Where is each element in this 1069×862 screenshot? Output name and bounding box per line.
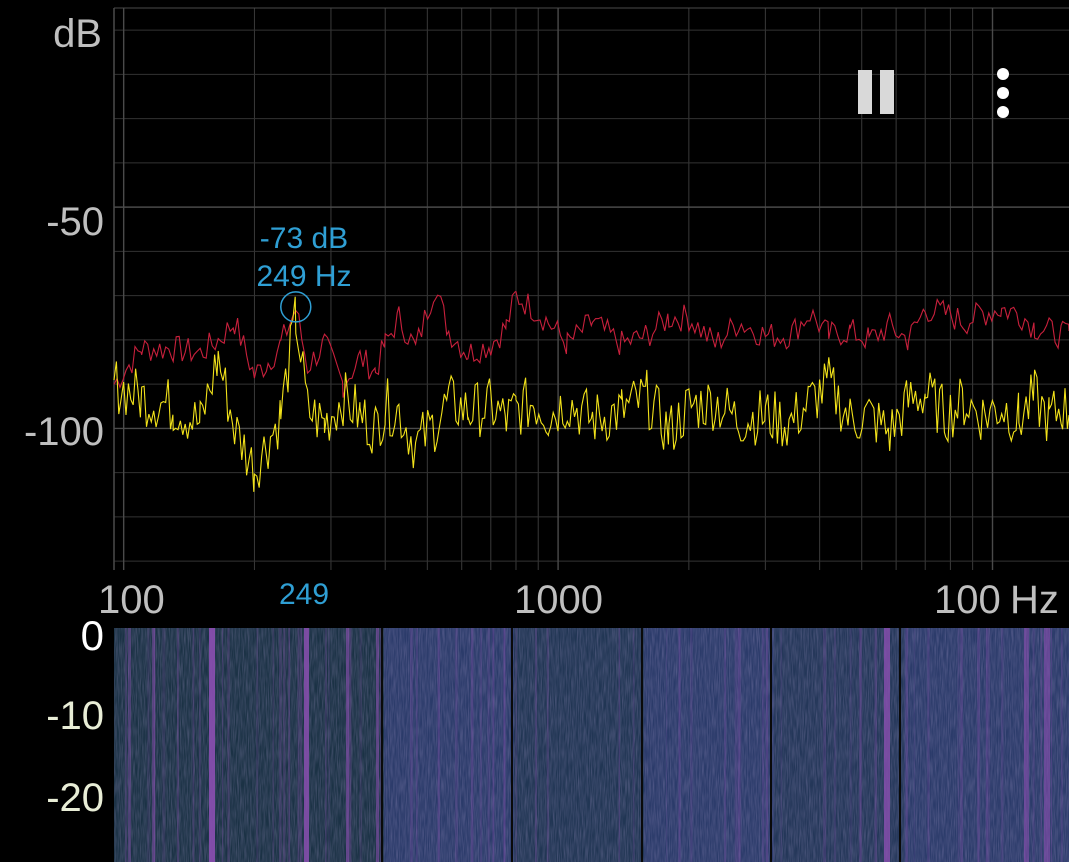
frequency-band xyxy=(222,628,224,862)
frequency-band xyxy=(960,628,963,862)
peak-hz-label: 249 Hz xyxy=(256,260,352,293)
peak-db-label: -73 dB xyxy=(259,222,349,255)
frequency-band xyxy=(849,628,852,862)
frequency-band xyxy=(534,628,537,862)
pause-icon xyxy=(880,70,894,114)
frequency-band xyxy=(128,628,131,862)
frequency-band xyxy=(479,628,482,862)
frequency-band xyxy=(227,628,230,862)
y-tick-label: -50 xyxy=(46,200,104,244)
frequency-band xyxy=(487,628,490,862)
x-tick-label: 100 xyxy=(98,578,165,622)
time-label: -10 xyxy=(46,694,104,738)
frequency-band xyxy=(678,628,681,862)
frequency-band xyxy=(288,628,291,862)
x-axis-unit: Hz xyxy=(1010,578,1059,622)
frequency-band xyxy=(125,628,127,862)
frequency-band xyxy=(177,628,179,862)
frequency-band xyxy=(147,628,150,862)
frequency-band xyxy=(905,628,908,862)
frequency-band xyxy=(1032,628,1035,862)
x-tick-label: 100 xyxy=(934,578,1001,622)
frequency-band xyxy=(823,628,825,862)
spectrum-analyzer-screen: dB -50 -100 100 1000 100 Hz -73 dB 249 H… xyxy=(0,0,1069,862)
frequency-band xyxy=(272,628,274,862)
frequency-band xyxy=(379,628,382,862)
traces xyxy=(113,291,1069,492)
frequency-band xyxy=(734,628,738,862)
frequency-band xyxy=(455,628,458,862)
frequency-band xyxy=(780,628,783,862)
time-label: 0 xyxy=(80,612,104,659)
frequency-band xyxy=(1044,628,1050,862)
frequency-band xyxy=(724,628,727,862)
frequency-band xyxy=(346,628,349,862)
frequency-band xyxy=(437,628,440,862)
frequency-band xyxy=(416,628,418,862)
peak-x-axis-label: 249 xyxy=(278,578,330,611)
frequency-band xyxy=(765,628,769,862)
time-label: -20 xyxy=(46,776,104,820)
y-tick-label: -100 xyxy=(23,410,104,454)
frequency-band xyxy=(632,628,635,862)
frequency-band xyxy=(153,628,155,862)
more-vert-icon xyxy=(997,68,1009,80)
spectrum-plot[interactable] xyxy=(0,0,1069,628)
x-tick-label: 1000 xyxy=(514,578,603,622)
frequency-band xyxy=(546,628,549,862)
more-vert-icon xyxy=(997,106,1009,118)
y-axis-unit: dB xyxy=(53,12,102,56)
spectrogram[interactable] xyxy=(114,628,1069,862)
more-options-button[interactable] xyxy=(990,66,1016,120)
frequency-band xyxy=(209,628,212,862)
frequency-band xyxy=(1061,628,1063,862)
frequency-band xyxy=(359,628,362,862)
peak-hold-trace xyxy=(113,291,1069,398)
frequency-band xyxy=(1000,628,1004,862)
frequency-band xyxy=(297,628,300,862)
frequency-band xyxy=(162,628,166,862)
frequency-band xyxy=(977,628,980,862)
frequency-band xyxy=(1023,628,1026,862)
frequency-band xyxy=(859,628,862,862)
frequency-band xyxy=(256,628,259,862)
frequency-band xyxy=(492,628,495,862)
frequency-band xyxy=(761,628,765,862)
frequency-band xyxy=(884,628,890,862)
frequency-band xyxy=(300,628,302,862)
frequency-band xyxy=(824,628,826,862)
frequency-band xyxy=(283,628,286,862)
frequency-band xyxy=(515,628,518,862)
more-vert-icon xyxy=(997,87,1009,99)
frequency-band xyxy=(690,628,693,862)
frequency-band xyxy=(737,628,740,862)
frequency-band xyxy=(503,628,506,862)
frequency-band xyxy=(470,628,474,862)
frequency-band xyxy=(833,628,836,862)
frequency-band xyxy=(199,628,201,862)
frequency-band xyxy=(988,628,991,862)
pause-button[interactable] xyxy=(856,70,898,114)
frequency-band xyxy=(348,628,352,862)
frequency-band xyxy=(213,628,215,862)
frequency-band xyxy=(666,628,668,862)
frequency-band xyxy=(279,628,282,862)
frequency-band xyxy=(957,628,960,862)
frequency-band xyxy=(376,628,379,862)
frequency-band xyxy=(913,628,915,862)
frequency-band xyxy=(985,628,989,862)
frequency-band xyxy=(410,628,413,862)
frequency-band xyxy=(192,628,195,862)
frequency-band xyxy=(1040,628,1042,862)
frequency-band xyxy=(618,628,620,862)
frequency-band xyxy=(304,628,309,862)
pause-icon xyxy=(858,70,872,114)
frequency-band xyxy=(325,628,327,862)
frequency-band xyxy=(927,628,930,862)
frequency-band xyxy=(328,628,330,862)
frequency-band xyxy=(1050,628,1052,862)
frequency-band xyxy=(874,628,877,862)
